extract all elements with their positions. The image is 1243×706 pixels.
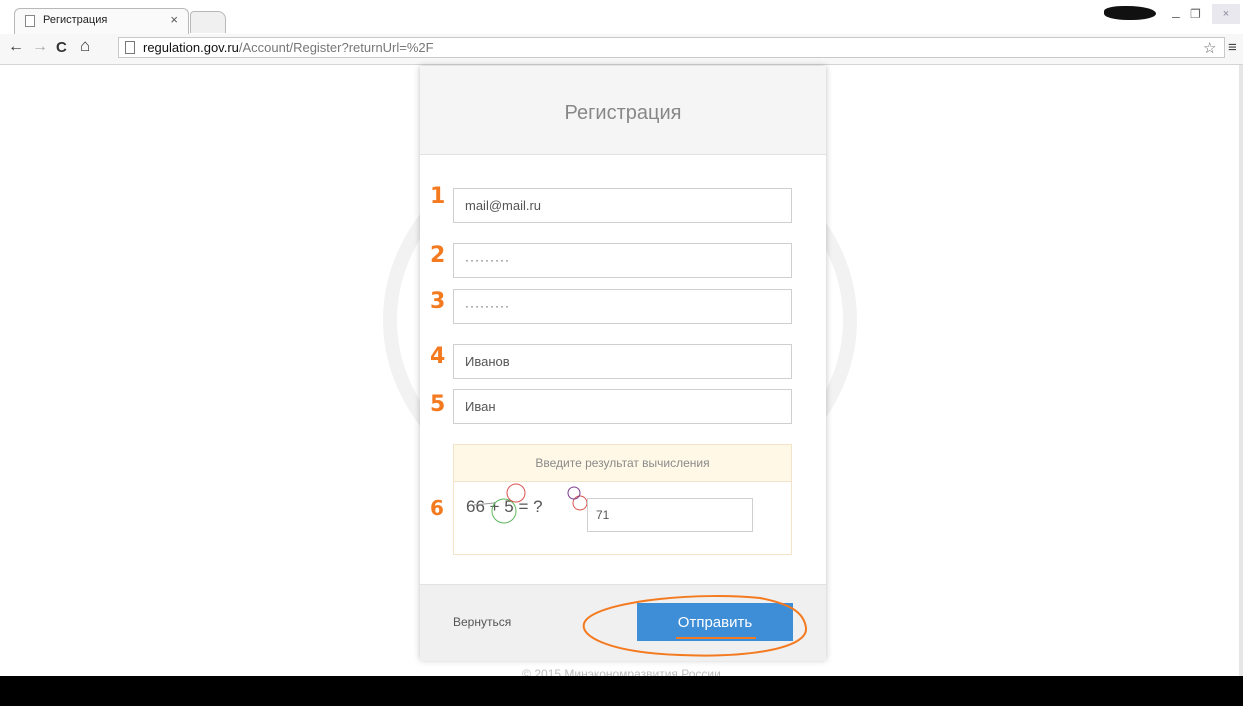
forward-arrow-icon[interactable]: → xyxy=(32,38,48,56)
new-tab-button[interactable] xyxy=(190,11,226,33)
browser-toolbar: ← → C ⌂ regulation.gov.ru/Account/Regist… xyxy=(0,34,1243,65)
card-header: Регистрация xyxy=(420,66,826,155)
bookmark-star-icon[interactable]: ☆ xyxy=(1203,39,1216,57)
password-field[interactable]: ········· xyxy=(453,243,792,278)
annotation-number: 4 xyxy=(430,344,446,369)
annotation-number: 3 xyxy=(430,289,446,314)
page-icon xyxy=(125,41,135,54)
page-icon xyxy=(25,15,35,27)
redacted-area xyxy=(1104,6,1156,20)
annotation-number: 6 xyxy=(430,496,444,520)
tab-title: Регистрация xyxy=(43,14,108,26)
browser-tab[interactable]: Регистрация × xyxy=(14,8,189,34)
minimize-icon[interactable]: – xyxy=(1172,8,1180,24)
captcha-label: Введите результат вычисления xyxy=(454,445,791,482)
page-title: Регистрация xyxy=(564,102,682,124)
tab-strip: Регистрация × – ❐ × xyxy=(0,0,1243,36)
back-arrow-icon[interactable]: ← xyxy=(8,38,24,56)
address-bar[interactable]: regulation.gov.ru/Account/Register?retur… xyxy=(118,37,1225,58)
submit-button[interactable]: Отправить xyxy=(637,603,793,641)
captcha-input[interactable]: 71 xyxy=(587,498,753,532)
back-link[interactable]: Вернуться xyxy=(453,615,511,629)
bottom-bar xyxy=(0,676,1243,706)
email-field[interactable]: mail@mail.ru xyxy=(453,188,792,223)
card-footer: Вернуться Отправить xyxy=(420,584,826,661)
url-text: regulation.gov.ru/Account/Register?retur… xyxy=(143,40,434,55)
first-name-field[interactable]: Иван xyxy=(453,389,792,424)
reload-icon[interactable]: C xyxy=(56,39,67,56)
registration-card: Регистрация 1 mail@mail.ru 2 ········· 3… xyxy=(420,66,826,661)
scrollbar[interactable] xyxy=(1239,65,1243,676)
annotation-number: 5 xyxy=(430,392,446,417)
last-name-field[interactable]: Иванов xyxy=(453,344,792,379)
captcha-noise-icon xyxy=(473,483,588,524)
annotation-number: 2 xyxy=(430,243,446,268)
restore-icon[interactable]: ❐ xyxy=(1190,7,1201,21)
menu-icon[interactable]: ≡ xyxy=(1228,39,1237,56)
close-window-icon[interactable]: × xyxy=(1212,4,1240,24)
annotation-number: 1 xyxy=(430,184,446,209)
password-confirm-field[interactable]: ········· xyxy=(453,289,792,324)
captcha-panel: Введите результат вычисления 66 + 5 = ? … xyxy=(453,444,792,555)
close-tab-icon[interactable]: × xyxy=(170,12,178,27)
home-icon[interactable]: ⌂ xyxy=(80,36,90,56)
